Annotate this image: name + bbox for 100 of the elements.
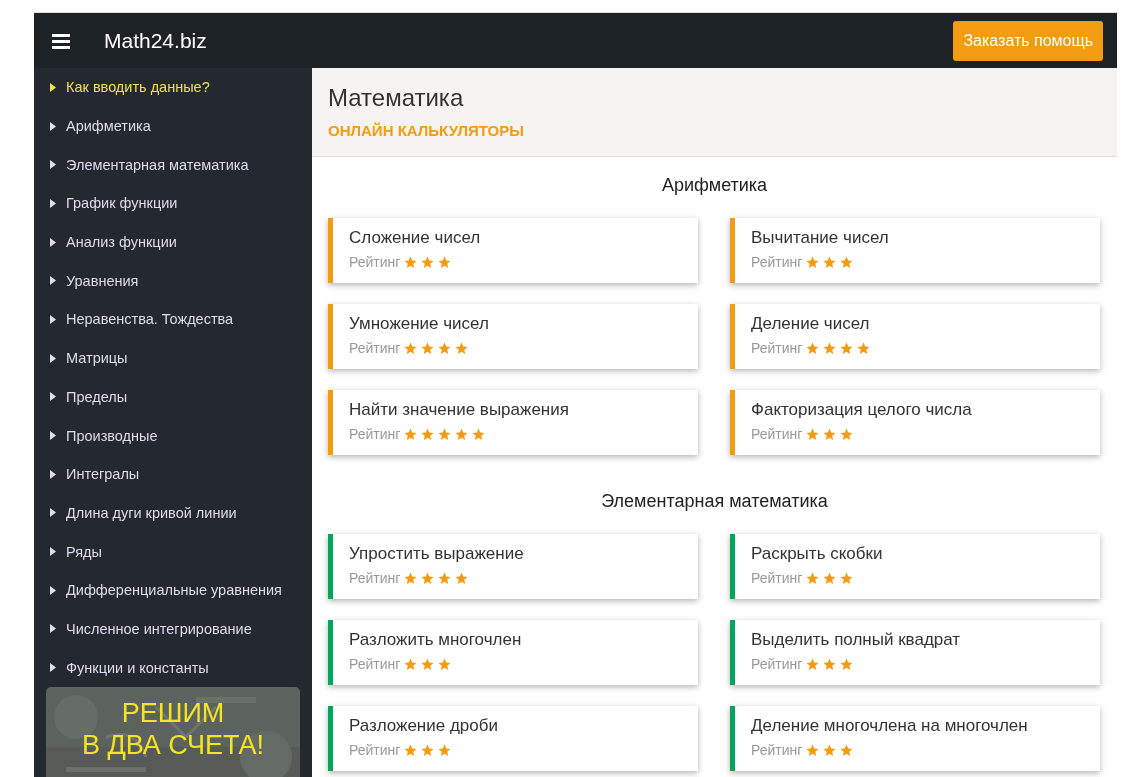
triangle-icon [50, 431, 56, 441]
star-icon [857, 341, 871, 355]
star-icon [438, 657, 452, 671]
star-icon [455, 341, 469, 355]
star-icon [806, 427, 820, 441]
sidebar-item[interactable]: Неравенства. Тождества [34, 300, 312, 339]
triangle-icon [50, 198, 56, 208]
sidebar-item[interactable]: Уравнения [34, 261, 312, 301]
star-icon [823, 571, 837, 585]
site-logo[interactable]: Math24.biz [104, 28, 954, 53]
rating-label: Рейтинг [751, 570, 803, 586]
sidebar-item[interactable]: Дифференциальные уравнения [34, 570, 312, 610]
rating-label: Рейтинг [349, 570, 401, 586]
sidebar-item[interactable]: Функции и константы [34, 648, 312, 687]
triangle-icon [50, 353, 56, 363]
triangle-icon [50, 547, 56, 557]
star-icon [404, 255, 418, 269]
card-title: Умножение чисел [349, 314, 490, 334]
calculator-card[interactable]: Выделить полный квадрат Рейтинг [730, 620, 1100, 685]
star-icon [404, 427, 418, 441]
star-icon [823, 341, 837, 355]
triangle-icon [50, 508, 56, 518]
star-icon [421, 571, 435, 585]
star-icon [806, 341, 820, 355]
calculator-card[interactable]: Деление чисел Рейтинг [730, 304, 1100, 369]
rating-label: Рейтинг [751, 742, 803, 758]
triangle-icon [50, 392, 56, 402]
calculator-card[interactable]: Разложение дроби Рейтинг [328, 706, 698, 771]
star-icon [823, 427, 837, 441]
star-icon [404, 743, 418, 757]
sidebar-item[interactable]: Пределы [34, 377, 312, 417]
card-title: Разложить многочлен [349, 630, 523, 650]
card-title: Разложение дроби [349, 716, 499, 736]
card-title: Факторизация целого числа [751, 400, 973, 420]
star-icon [438, 341, 452, 355]
sidebar-item[interactable]: Интегралы [34, 454, 312, 494]
calculator-card[interactable]: Упростить выражение Рейтинг [328, 534, 698, 599]
star-icon [455, 571, 469, 585]
section-title: Арифметика [660, 174, 769, 197]
triangle-icon [50, 663, 56, 673]
star-icon [421, 341, 435, 355]
star-icon [823, 255, 837, 269]
sidebar-item[interactable]: Ряды [34, 532, 312, 571]
star-icon [840, 657, 854, 671]
star-icon [840, 255, 854, 269]
star-icon [806, 743, 820, 757]
rating-label: Рейтинг [751, 656, 803, 672]
card-title: Вычитание чисел [751, 228, 890, 248]
star-icon [421, 743, 435, 757]
calculator-card[interactable]: Факторизация целого числа Рейтинг [730, 390, 1100, 455]
sidebar-item[interactable]: График функции [34, 184, 312, 223]
star-icon [438, 255, 452, 269]
star-icon [455, 427, 469, 441]
sidebar-item[interactable]: Арифметика [34, 106, 312, 146]
rating-label: Рейтинг [751, 340, 803, 356]
star-icon [840, 571, 854, 585]
star-icon [438, 743, 452, 757]
star-icon [823, 743, 837, 757]
star-icon [840, 341, 854, 355]
calculator-card[interactable]: Деление многочлена на многочлен Рейтинг [730, 706, 1100, 771]
card-title: Упростить выражение [349, 544, 525, 564]
rating-label: Рейтинг [349, 742, 401, 758]
calculator-card[interactable]: Умножение чисел Рейтинг [328, 304, 698, 369]
card-title: Раскрыть скобки [751, 544, 884, 564]
sidebar-item[interactable]: Матрицы [34, 338, 312, 378]
calculator-card[interactable]: Найти значение выражения Рейтинг [328, 390, 698, 455]
rating-label: Рейтинг [349, 656, 401, 672]
promo-banner[interactable]: РЕШИМ В ДВА СЧЕТА! [46, 687, 300, 777]
calculator-card[interactable]: Разложить многочлен Рейтинг [328, 620, 698, 685]
star-icon [421, 255, 435, 269]
card-title: Деление чисел [751, 314, 871, 334]
triangle-icon [50, 314, 56, 324]
star-icon [404, 657, 418, 671]
star-icon [438, 571, 452, 585]
menu-icon[interactable] [52, 32, 70, 49]
rating-label: Рейтинг [349, 426, 401, 442]
card-title: Деление многочлена на многочлен [751, 716, 1029, 736]
rating-label: Рейтинг [349, 254, 401, 270]
calculator-card[interactable]: Раскрыть скобки Рейтинг [730, 534, 1100, 599]
sidebar-item[interactable]: Численное интегрирование [34, 609, 312, 649]
sidebar-item[interactable]: Элементарная математика [34, 145, 312, 185]
card-title: Выделить полный квадрат [751, 630, 962, 650]
star-icon [806, 571, 820, 585]
sidebar-item[interactable]: Анализ функции [34, 222, 312, 262]
rating-label: Рейтинг [349, 340, 401, 356]
sidebar-item[interactable]: Производные [34, 416, 312, 455]
sidebar-item[interactable]: Как вводить данные? [34, 68, 312, 107]
triangle-icon [50, 237, 56, 247]
star-icon [404, 571, 418, 585]
sidebar-item[interactable]: Длина дуги кривой линии [34, 493, 312, 533]
star-icon [421, 427, 435, 441]
star-icon [823, 657, 837, 671]
star-icon [404, 341, 418, 355]
banner-text: РЕШИМ [121, 699, 225, 729]
calculator-card[interactable]: Вычитание чисел Рейтинг [730, 218, 1100, 283]
triangle-icon [50, 585, 56, 595]
triangle-icon [50, 121, 56, 131]
calculator-card[interactable]: Сложение чисел Рейтинг [328, 218, 698, 283]
card-title: Сложение чисел [349, 228, 482, 248]
star-icon [438, 427, 452, 441]
